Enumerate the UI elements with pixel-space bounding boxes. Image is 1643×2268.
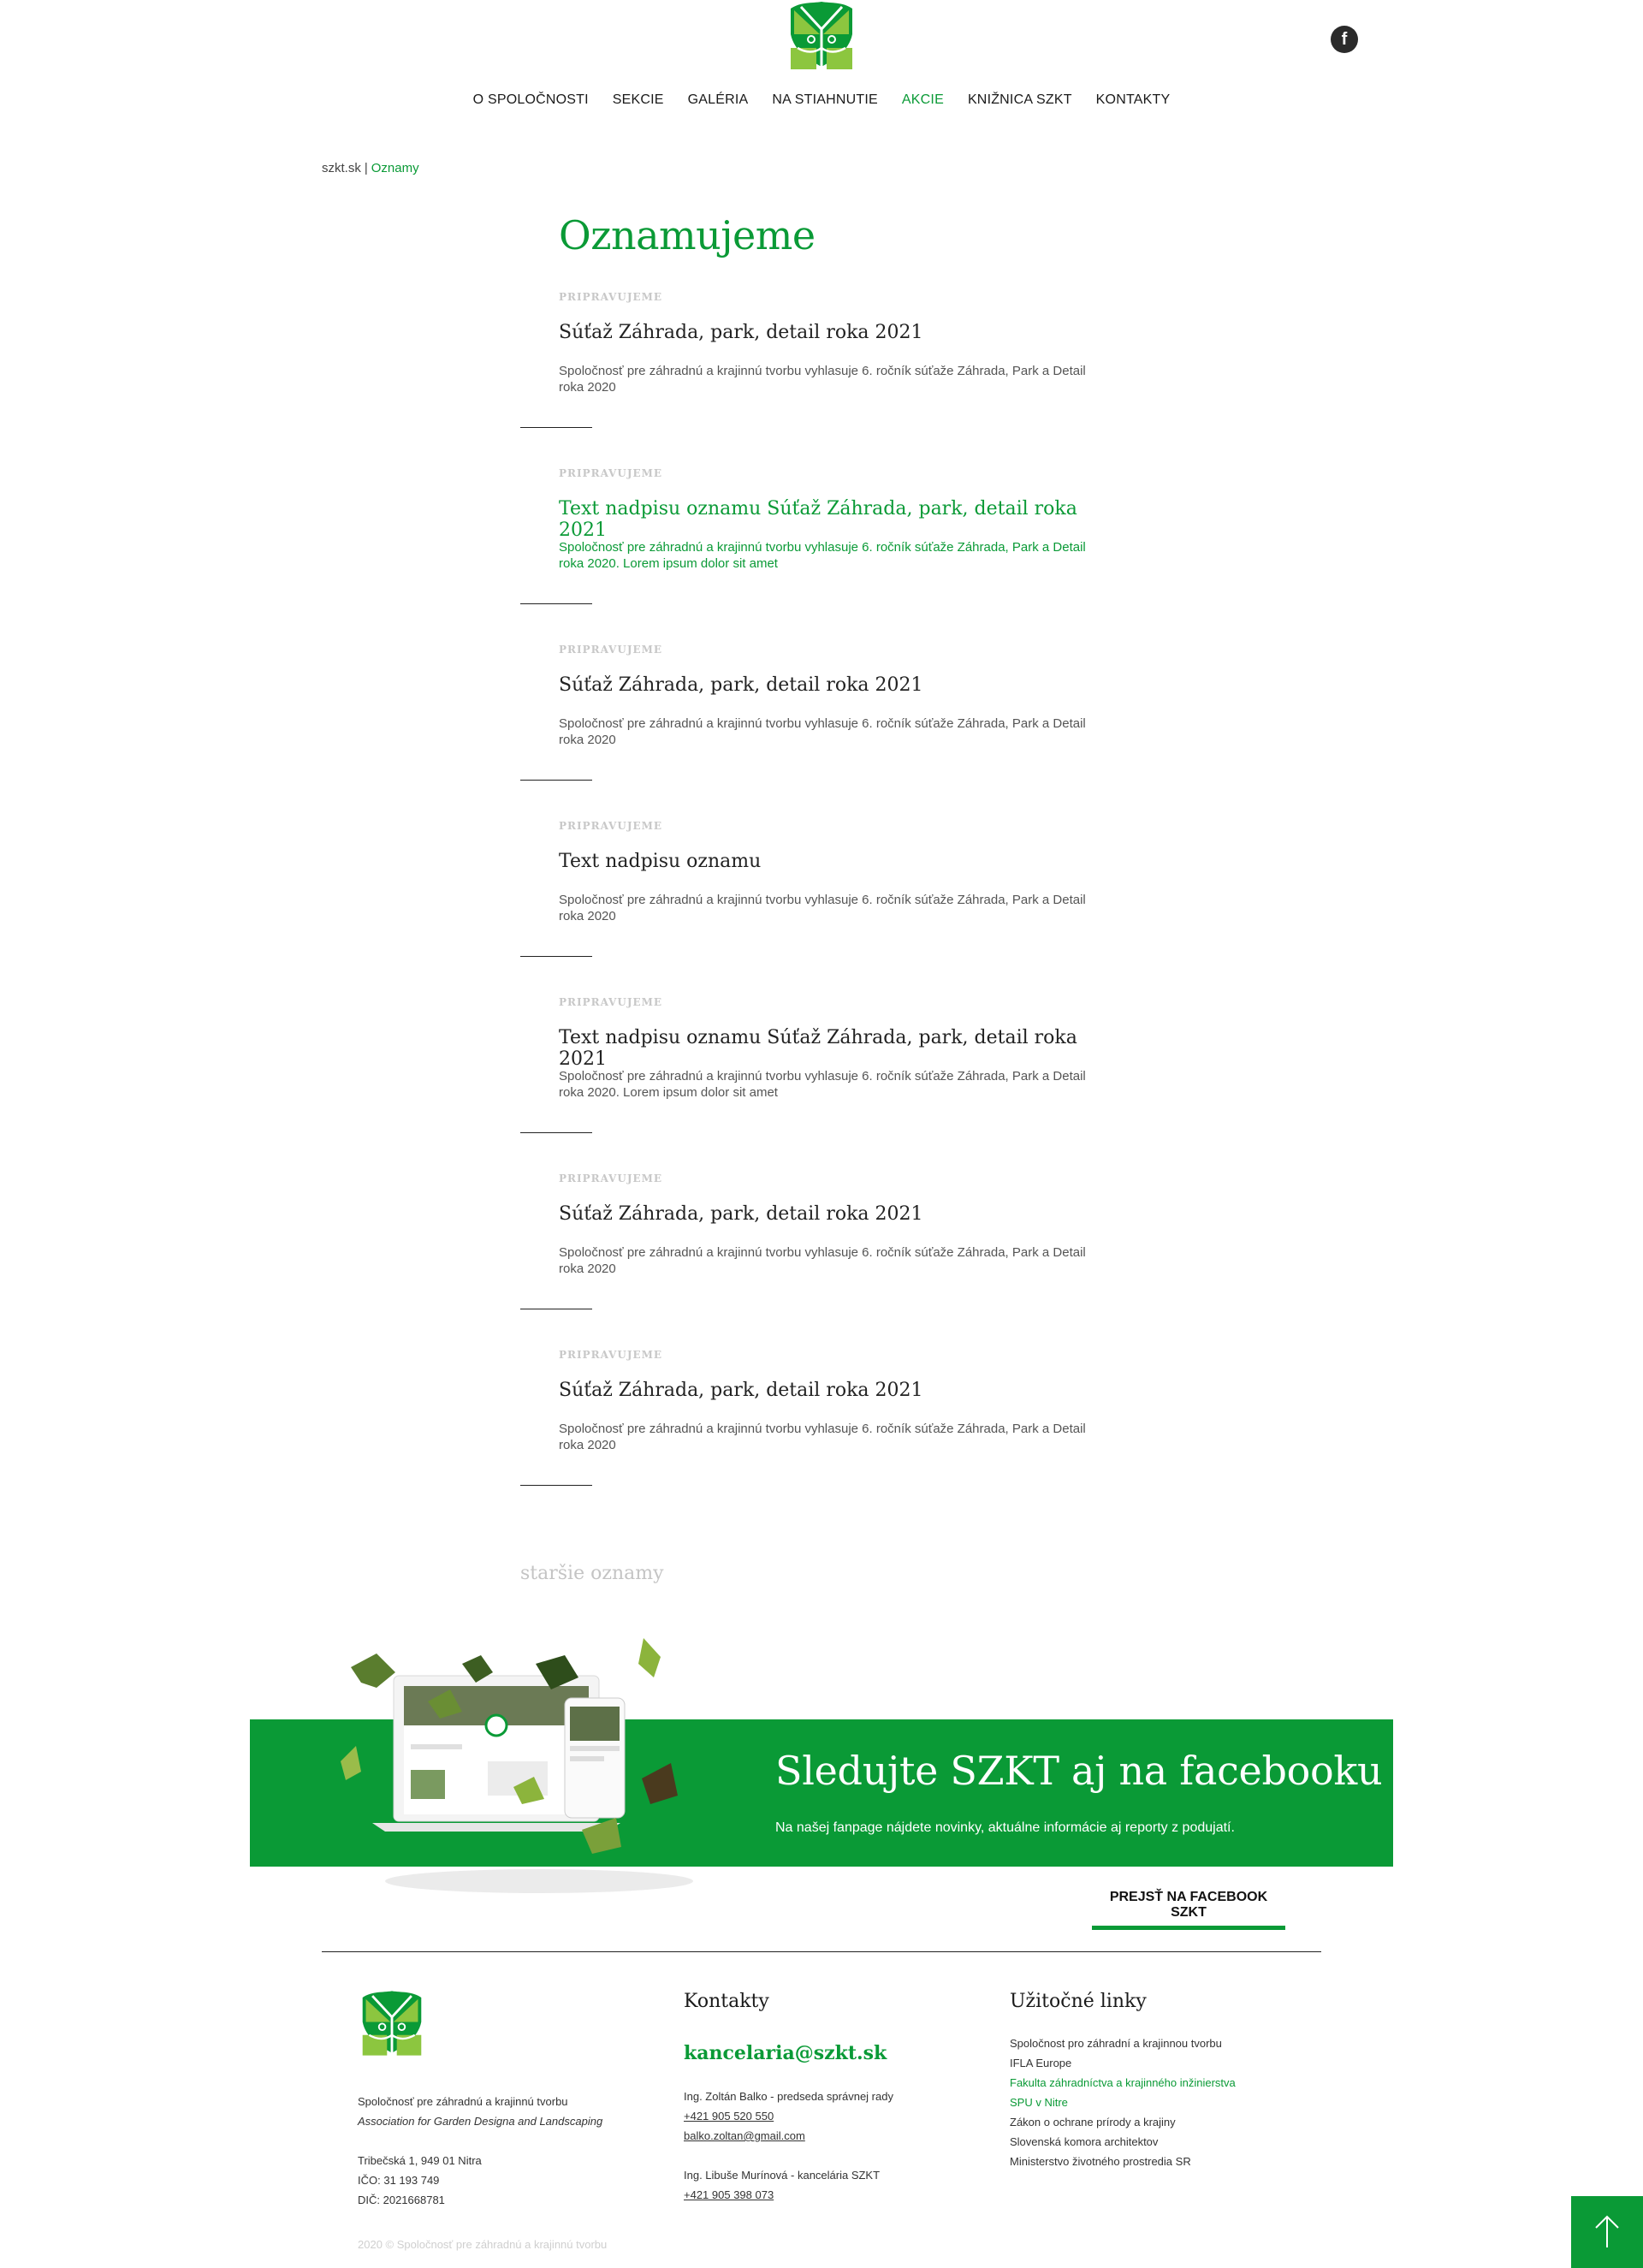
contacts-heading: Kontakty bbox=[684, 1991, 769, 2012]
arrow-up-icon bbox=[1595, 2215, 1619, 2247]
nav-item-galeria[interactable]: GALÉRIA bbox=[688, 92, 749, 108]
contact-1-name: Ing. Zoltán Balko - predseda správnej ra… bbox=[684, 2090, 893, 2103]
nav-item-kniznica-szkt[interactable]: KNIŽNICA SZKT bbox=[968, 92, 1072, 108]
useful-link[interactable]: Spoločnost pro záhradní a krajinnou tvor… bbox=[1010, 2033, 1236, 2053]
useful-link[interactable]: Zákon o ochrane prírody a krajiny bbox=[1010, 2112, 1236, 2132]
useful-link[interactable]: SPU v Nitre bbox=[1010, 2093, 1236, 2112]
footer-divider bbox=[322, 1951, 1321, 1952]
contact-1-phone[interactable]: +421 905 520 550 bbox=[684, 2106, 893, 2126]
org-dic: DIČ: 2021668781 bbox=[358, 2194, 445, 2206]
breadcrumb-separator: | bbox=[364, 161, 368, 175]
announcement-title[interactable]: Text nadpisu oznamu bbox=[559, 851, 1115, 872]
facebook-promo-subtitle: Na našej fanpage nájdete novinky, aktuál… bbox=[775, 1820, 1235, 1835]
announcement-category: PRIPRAVUJEME bbox=[559, 644, 663, 656]
facebook-icon[interactable]: f bbox=[1331, 26, 1358, 53]
divider bbox=[520, 603, 592, 604]
org-info: Spoločnosť pre záhradnú a krajinnú tvorb… bbox=[358, 2092, 602, 2131]
org-address: Tribečská 1, 949 01 Nitra bbox=[358, 2154, 482, 2167]
nav-item-kontakty[interactable]: KONTAKTY bbox=[1096, 92, 1171, 108]
divider bbox=[520, 1485, 592, 1486]
announcement-title[interactable]: Text nadpisu oznamu Súťaž Záhrada, park,… bbox=[559, 498, 1115, 541]
page-title: Oznamujeme bbox=[559, 212, 816, 258]
useful-link[interactable]: Ministerstvo životného prostredia SR bbox=[1010, 2152, 1236, 2171]
nav-item-o-spolocnosti[interactable]: O SPOLOČNOSTI bbox=[473, 92, 589, 108]
announcement-item[interactable]: PRIPRAVUJEME Text nadpisu oznamu Súťaž Z… bbox=[520, 467, 1102, 644]
announcement-title[interactable]: Súťaž Záhrada, park, detail roka 2021 bbox=[559, 674, 1115, 696]
useful-links-list: Spoločnost pro záhradní a krajinnou tvor… bbox=[1010, 2033, 1236, 2171]
announcement-title[interactable]: Súťaž Záhrada, park, detail roka 2021 bbox=[559, 322, 1115, 343]
org-name-en: Association for Garden Designa and Lands… bbox=[358, 2115, 603, 2128]
breadcrumb-current[interactable]: Oznamy bbox=[371, 161, 419, 175]
breadcrumb: szkt.sk | Oznamy bbox=[322, 161, 419, 175]
announcement-description: Spoločnosť pre záhradnú a krajinnú tvorb… bbox=[559, 893, 1086, 923]
announcement-item[interactable]: PRIPRAVUJEME Súťaž Záhrada, park, detail… bbox=[520, 644, 1102, 820]
contact-1-email[interactable]: balko.zoltan@gmail.com bbox=[684, 2126, 893, 2146]
divider bbox=[520, 1132, 592, 1133]
announcement-description: Spoločnosť pre záhradnú a krajinnú tvorb… bbox=[559, 1069, 1086, 1100]
announcement-category: PRIPRAVUJEME bbox=[559, 467, 663, 479]
announcement-description: Spoločnosť pre záhradnú a krajinnú tvorb… bbox=[559, 1422, 1086, 1452]
facebook-promo-illustration bbox=[341, 1638, 693, 1893]
announcement-category: PRIPRAVUJEME bbox=[559, 996, 663, 1008]
contact-2-phone[interactable]: +421 905 398 073 bbox=[684, 2185, 880, 2205]
divider bbox=[520, 956, 592, 957]
contact-person-2: Ing. Libuše Murínová - kancelária SZKT +… bbox=[684, 2165, 880, 2205]
nav-item-sekcie[interactable]: SEKCIE bbox=[613, 92, 664, 108]
divider bbox=[520, 427, 592, 428]
announcement-item[interactable]: PRIPRAVUJEME Súťaž Záhrada, park, detail… bbox=[520, 1349, 1102, 1525]
announcement-category: PRIPRAVUJEME bbox=[559, 820, 663, 832]
facebook-glyph: f bbox=[1341, 29, 1348, 49]
announcement-description: Spoločnosť pre záhradnú a krajinnú tvorb… bbox=[559, 716, 1086, 747]
breadcrumb-home[interactable]: szkt.sk bbox=[322, 161, 361, 175]
org-name: Spoločnosť pre záhradnú a krajinnú tvorb… bbox=[358, 2095, 568, 2108]
go-to-facebook-button[interactable]: PREJSŤ NA FACEBOOK SZKT bbox=[1092, 1890, 1285, 1930]
announcement-list: PRIPRAVUJEME Súťaž Záhrada, park, detail… bbox=[520, 291, 1102, 1525]
nav-item-na-stiahnutie[interactable]: NA STIAHNUTIE bbox=[772, 92, 878, 108]
announcement-title[interactable]: Text nadpisu oznamu Súťaž Záhrada, park,… bbox=[559, 1027, 1115, 1070]
announcement-category: PRIPRAVUJEME bbox=[559, 1349, 663, 1361]
contact-2-name: Ing. Libuše Murínová - kancelária SZKT bbox=[684, 2169, 881, 2182]
contact-person-1: Ing. Zoltán Balko - predseda správnej ra… bbox=[684, 2087, 893, 2146]
announcement-item[interactable]: PRIPRAVUJEME Text nadpisu oznamu Súťaž Z… bbox=[520, 996, 1102, 1173]
main-nav: O SPOLOČNOSTI SEKCIE GALÉRIA NA STIAHNUT… bbox=[0, 92, 1643, 108]
announcement-item[interactable]: PRIPRAVUJEME Súťaž Záhrada, park, detail… bbox=[520, 291, 1102, 467]
office-email-link[interactable]: kancelaria@szkt.sk bbox=[684, 2042, 887, 2064]
announcement-title[interactable]: Súťaž Záhrada, park, detail roka 2021 bbox=[559, 1380, 1115, 1401]
footer-logo[interactable] bbox=[358, 1988, 426, 2057]
org-address-block: Tribečská 1, 949 01 Nitra IČO: 31 193 74… bbox=[358, 2151, 482, 2210]
szkt-logo[interactable] bbox=[786, 0, 857, 69]
copyright: 2020 © Spoločnosť pre záhradnú a krajinn… bbox=[358, 2238, 608, 2251]
announcement-description: Spoločnosť pre záhradnú a krajinnú tvorb… bbox=[559, 364, 1086, 395]
announcement-description: Spoločnosť pre záhradnú a krajinnú tvorb… bbox=[559, 1245, 1086, 1276]
older-announcements-link[interactable]: staršie oznamy bbox=[520, 1563, 664, 1584]
divider bbox=[520, 780, 592, 781]
announcement-title[interactable]: Súťaž Záhrada, park, detail roka 2021 bbox=[559, 1203, 1115, 1225]
useful-link[interactable]: IFLA Europe bbox=[1010, 2053, 1236, 2073]
useful-link[interactable]: Slovenská komora architektov bbox=[1010, 2132, 1236, 2152]
announcement-description: Spoločnosť pre záhradnú a krajinnú tvorb… bbox=[559, 540, 1086, 571]
announcement-item[interactable]: PRIPRAVUJEME Súťaž Záhrada, park, detail… bbox=[520, 1173, 1102, 1349]
useful-link[interactable]: Fakulta záhradníctva a krajinného inžini… bbox=[1010, 2073, 1236, 2093]
nav-item-akcie[interactable]: AKCIE bbox=[902, 92, 944, 108]
facebook-promo-title: Sledujte SZKT aj na facebooku bbox=[775, 1748, 1383, 1794]
back-to-top-button[interactable] bbox=[1571, 2196, 1643, 2268]
org-ico: IČO: 31 193 749 bbox=[358, 2174, 440, 2187]
announcement-category: PRIPRAVUJEME bbox=[559, 1173, 663, 1184]
useful-links-heading: Užitočné linky bbox=[1010, 1991, 1147, 2012]
announcement-category: PRIPRAVUJEME bbox=[559, 291, 663, 303]
announcement-item[interactable]: PRIPRAVUJEME Text nadpisu oznamu Spoločn… bbox=[520, 820, 1102, 996]
